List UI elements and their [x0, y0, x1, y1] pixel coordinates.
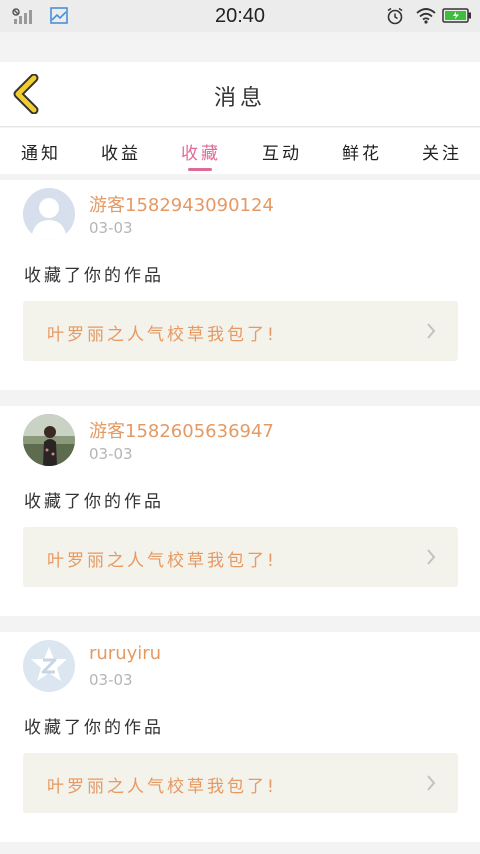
tab-flowers[interactable]: 鲜花	[342, 139, 382, 164]
avatar[interactable]	[23, 414, 75, 466]
chevron-right-icon	[427, 549, 436, 565]
page-title: 消息	[213, 86, 266, 111]
activity-text: 收藏了你的作品	[24, 718, 164, 738]
tab-following[interactable]: 关注	[422, 139, 462, 164]
work-link[interactable]: 叶罗丽之人气校草我包了!	[23, 301, 458, 361]
username-link[interactable]: 游客1582605636947	[89, 417, 274, 443]
tab-bar: 通知 收益 收藏 互动 鲜花 关注	[0, 128, 480, 174]
work-link[interactable]: 叶罗丽之人气校草我包了!	[23, 753, 458, 813]
chevron-right-icon	[427, 775, 436, 791]
activity-text: 收藏了你的作品	[24, 492, 164, 512]
wifi-icon	[416, 8, 436, 24]
list-item: ruruyiru 03-03 收藏了你的作品 叶罗丽之人气校草我包了!	[0, 632, 480, 842]
tab-favorites[interactable]: 收藏	[181, 139, 221, 164]
username-link[interactable]: ruruyiru	[89, 643, 161, 664]
top-app-bar: 消息	[0, 62, 480, 127]
avatar[interactable]	[23, 188, 75, 240]
battery-icon	[442, 8, 471, 23]
timestamp: 03-03	[89, 445, 133, 463]
activity-text: 收藏了你的作品	[24, 266, 164, 286]
status-bar: 20:40	[0, 0, 480, 32]
work-title: 叶罗丽之人气校草我包了!	[47, 551, 277, 571]
logo-avatar-icon	[23, 640, 75, 692]
clock-time: 20:40	[214, 5, 266, 27]
list-item: 游客1582943090124 03-03 收藏了你的作品 叶罗丽之人气校草我包…	[0, 180, 480, 390]
username-link[interactable]: 游客1582943090124	[89, 191, 274, 217]
default-avatar-icon	[23, 188, 75, 240]
active-tab-indicator	[188, 168, 212, 171]
work-title: 叶罗丽之人气校草我包了!	[47, 777, 277, 797]
timestamp: 03-03	[89, 219, 133, 237]
alarm-icon	[387, 7, 403, 25]
work-link[interactable]: 叶罗丽之人气校草我包了!	[23, 527, 458, 587]
avatar[interactable]	[23, 640, 75, 692]
photo-avatar-icon	[23, 414, 75, 466]
timestamp: 03-03	[89, 671, 133, 689]
tab-earnings[interactable]: 收益	[101, 139, 141, 164]
work-title: 叶罗丽之人气校草我包了!	[47, 325, 277, 345]
list-item: 游客1582605636947 03-03 收藏了你的作品 叶罗丽之人气校草我包…	[0, 406, 480, 616]
tab-interactions[interactable]: 互动	[262, 139, 302, 164]
chevron-right-icon	[427, 323, 436, 339]
tab-notifications[interactable]: 通知	[21, 139, 61, 164]
